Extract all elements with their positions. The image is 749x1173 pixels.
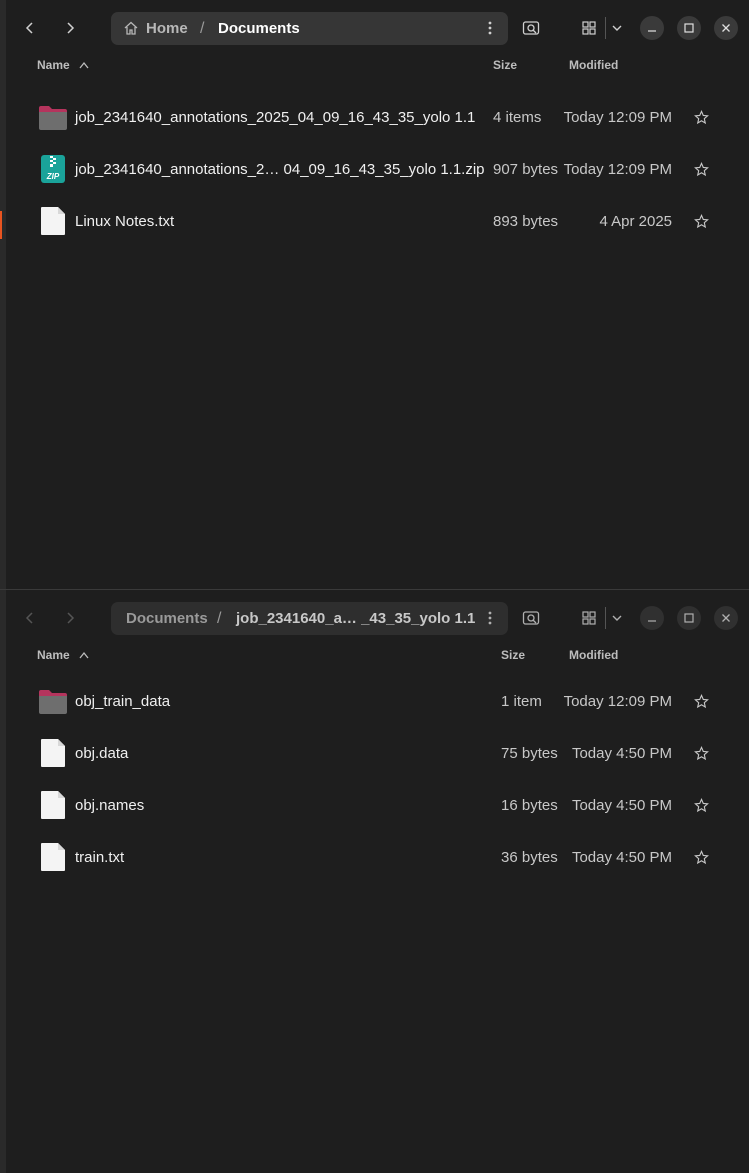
minimize-button[interactable] xyxy=(640,606,664,630)
column-name[interactable]: Name xyxy=(37,58,70,72)
close-icon xyxy=(722,614,730,622)
file-size: 75 bytes xyxy=(501,745,558,762)
view-options-button[interactable] xyxy=(601,12,633,44)
text-file-icon xyxy=(41,207,65,235)
star-icon[interactable] xyxy=(694,746,709,761)
file-row[interactable]: train.txt 36 bytes Today 4:50 PM xyxy=(0,832,749,884)
column-size[interactable]: Size xyxy=(501,648,525,662)
back-button[interactable] xyxy=(15,13,45,43)
path-menu-icon[interactable] xyxy=(482,610,498,626)
file-row[interactable]: job_2341640_annotations_2025_04_09_16_43… xyxy=(0,92,749,144)
file-modified: Today 4:50 PM xyxy=(571,849,672,866)
sort-ascending-icon xyxy=(79,651,89,659)
breadcrumb-home[interactable]: Home xyxy=(146,12,188,45)
star-icon[interactable] xyxy=(694,694,709,709)
grid-view-icon xyxy=(582,21,596,35)
breadcrumb-separator: / xyxy=(200,20,205,37)
file-modified: Today 4:50 PM xyxy=(571,797,672,814)
chevron-left-icon xyxy=(25,22,33,34)
view-options-button[interactable] xyxy=(601,602,633,634)
file-row[interactable]: obj_train_data 1 item Today 12:09 PM xyxy=(0,676,749,728)
breadcrumb-current-folder[interactable]: job_2341640_a… _43_35_yolo 1.1 xyxy=(236,602,475,635)
file-size: 893 bytes xyxy=(493,213,559,230)
minimize-button[interactable] xyxy=(640,16,664,40)
text-file-icon xyxy=(41,843,65,871)
sort-ascending-icon xyxy=(79,61,89,69)
file-size: 907 bytes xyxy=(493,161,559,178)
forward-button[interactable] xyxy=(55,603,85,633)
svg-text:ZIP: ZIP xyxy=(46,172,60,181)
file-size: 16 bytes xyxy=(501,797,558,814)
chevron-right-icon xyxy=(67,22,75,34)
breadcrumb-separator: / xyxy=(217,610,222,627)
search-folder-icon xyxy=(522,21,540,35)
file-name: train.txt xyxy=(75,849,125,866)
breadcrumb-documents[interactable]: Documents xyxy=(218,12,300,45)
close-icon xyxy=(722,24,730,32)
file-modified: Today 12:09 PM xyxy=(563,161,672,178)
star-icon[interactable] xyxy=(694,110,709,125)
chevron-left-icon xyxy=(25,612,33,624)
column-modified[interactable]: Modified xyxy=(569,58,618,72)
file-modified: Today 4:50 PM xyxy=(571,745,672,762)
text-file-icon xyxy=(41,739,65,767)
maximize-button[interactable] xyxy=(677,606,701,630)
home-icon xyxy=(124,21,138,35)
path-bar[interactable]: Documents / job_2341640_a… _43_35_yolo 1… xyxy=(111,602,508,635)
file-size: 4 items xyxy=(493,109,542,126)
folder-icon xyxy=(39,690,67,714)
file-name: Linux Notes.txt xyxy=(75,213,175,230)
back-button[interactable] xyxy=(15,603,45,633)
column-modified[interactable]: Modified xyxy=(569,648,618,662)
file-modified: 4 Apr 2025 xyxy=(599,213,672,230)
maximize-icon xyxy=(684,613,694,623)
file-manager-window-documents: Home / Documents Name Size Modified job_… xyxy=(0,0,749,589)
file-name: job_2341640_annotations_2… 04_09_16_43_3… xyxy=(75,161,485,178)
star-icon[interactable] xyxy=(694,214,709,229)
forward-button[interactable] xyxy=(55,13,85,43)
file-name: obj.names xyxy=(75,797,145,814)
column-name[interactable]: Name xyxy=(37,648,70,662)
search-folder-icon xyxy=(522,611,540,625)
column-size[interactable]: Size xyxy=(493,58,517,72)
folder-icon xyxy=(39,106,67,130)
maximize-button[interactable] xyxy=(677,16,701,40)
file-row[interactable]: obj.data 75 bytes Today 4:50 PM xyxy=(0,728,749,780)
search-button[interactable] xyxy=(515,12,547,44)
column-header: Name Size Modified xyxy=(0,646,749,666)
search-button[interactable] xyxy=(515,602,547,634)
star-icon[interactable] xyxy=(694,850,709,865)
file-name: job_2341640_annotations_2025_04_09_16_43… xyxy=(75,109,476,126)
file-row[interactable]: Linux Notes.txt 893 bytes 4 Apr 2025 xyxy=(0,196,749,248)
file-name: obj_train_data xyxy=(75,693,171,710)
file-row[interactable]: obj.names 16 bytes Today 4:50 PM xyxy=(0,780,749,832)
chevron-down-icon xyxy=(612,25,622,31)
file-row[interactable]: ZIP job_2341640_annotations_2… 04_09_16_… xyxy=(0,144,749,196)
file-modified: Today 12:09 PM xyxy=(563,693,672,710)
header-bar: Documents / job_2341640_a… _43_35_yolo 1… xyxy=(0,590,749,646)
file-name: obj.data xyxy=(75,745,129,762)
grid-view-icon xyxy=(582,611,596,625)
star-icon[interactable] xyxy=(694,162,709,177)
close-button[interactable] xyxy=(714,606,738,630)
file-modified: Today 12:09 PM xyxy=(563,109,672,126)
close-button[interactable] xyxy=(714,16,738,40)
file-size: 1 item xyxy=(501,693,542,710)
chevron-right-icon xyxy=(67,612,75,624)
text-file-icon xyxy=(41,791,65,819)
path-menu-icon[interactable] xyxy=(482,20,498,36)
header-bar: Home / Documents xyxy=(0,0,749,56)
minimize-icon xyxy=(648,620,656,622)
chevron-down-icon xyxy=(612,615,622,621)
zip-archive-icon: ZIP xyxy=(41,155,65,183)
window-left-edge xyxy=(0,0,6,589)
minimize-icon xyxy=(648,30,656,32)
path-bar[interactable]: Home / Documents xyxy=(111,12,508,45)
breadcrumb-documents[interactable]: Documents xyxy=(126,602,208,635)
file-size: 36 bytes xyxy=(501,849,558,866)
file-manager-window-job-folder: Documents / job_2341640_a… _43_35_yolo 1… xyxy=(0,590,749,1173)
star-icon[interactable] xyxy=(694,798,709,813)
maximize-icon xyxy=(684,23,694,33)
column-header: Name Size Modified xyxy=(0,56,749,76)
